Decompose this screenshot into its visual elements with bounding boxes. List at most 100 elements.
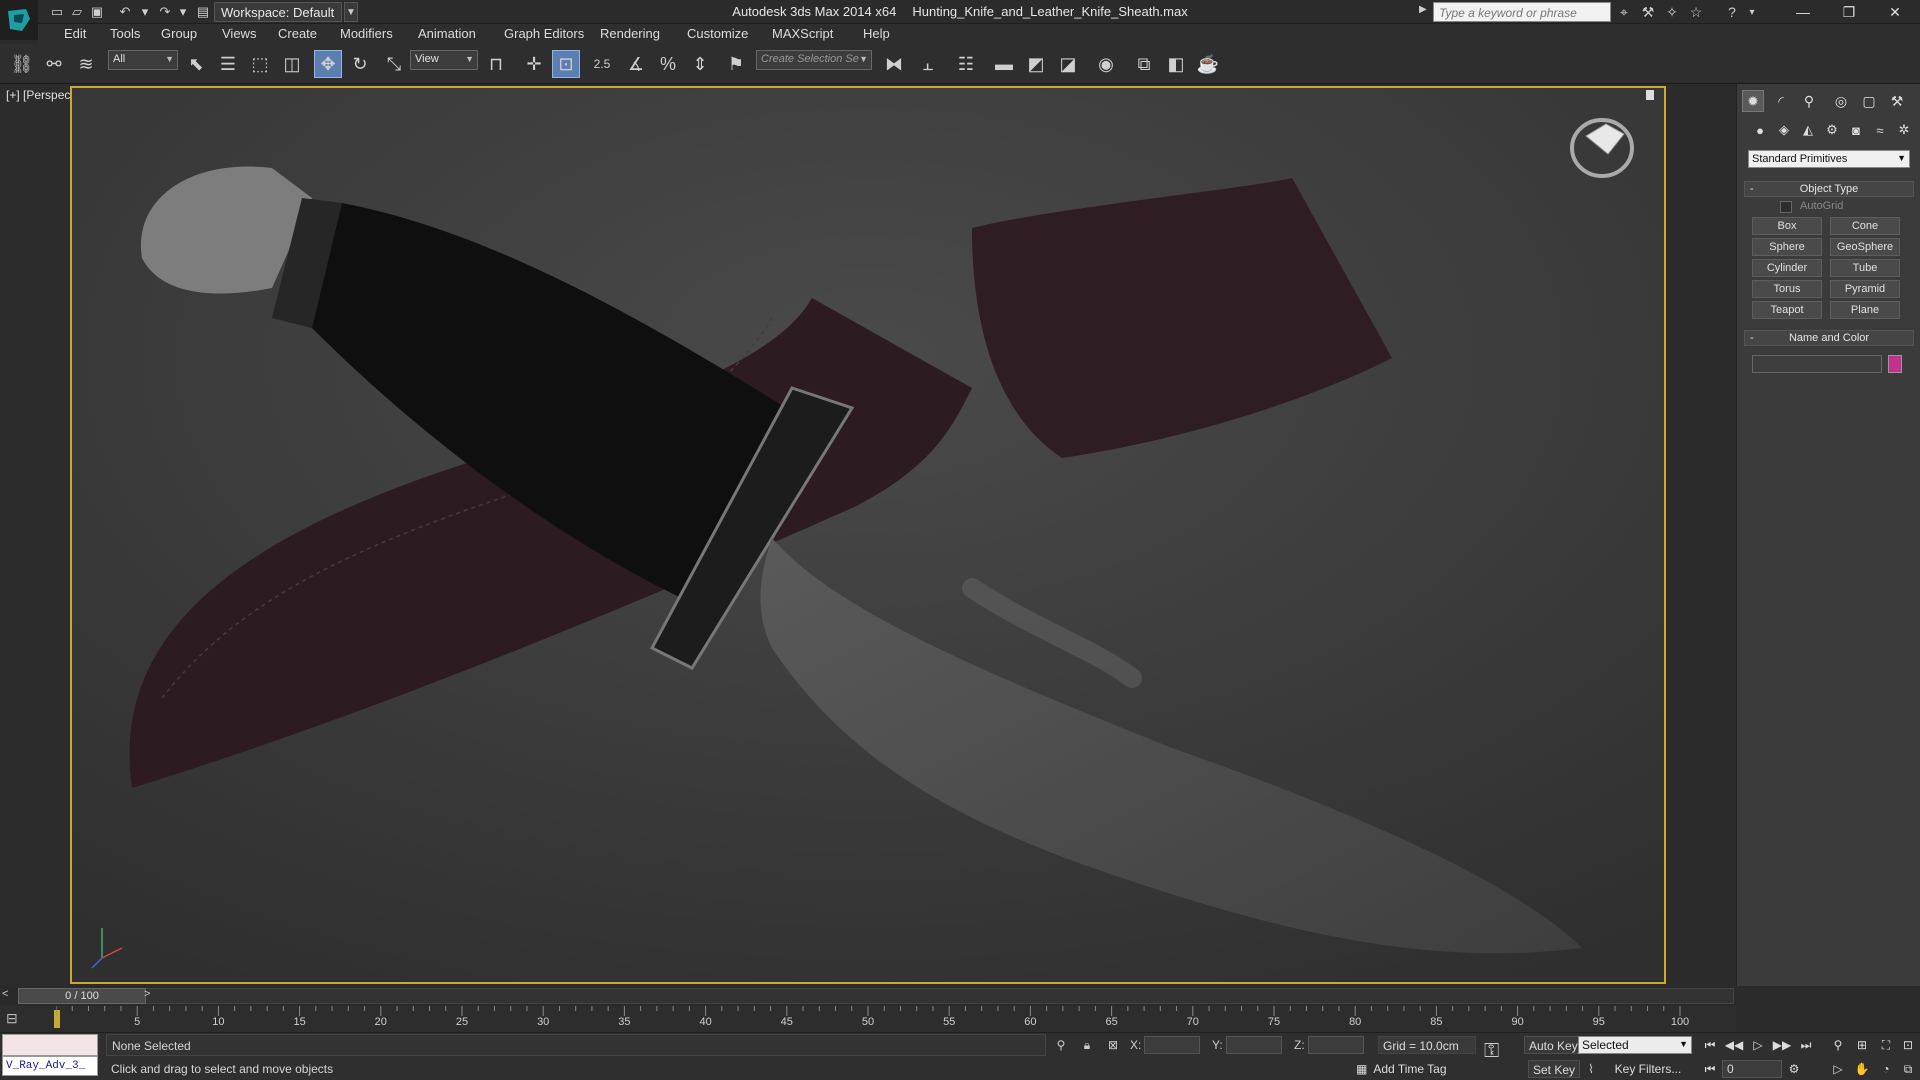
space-warps-icon[interactable]: ≈: [1870, 120, 1890, 140]
time-slider-thumb[interactable]: 0 / 100: [18, 988, 146, 1004]
zoom-extents-all-icon[interactable]: ⊡: [1898, 1036, 1918, 1054]
current-frame-input[interactable]: 0: [1722, 1060, 1782, 1078]
menu-create[interactable]: Create: [274, 25, 321, 42]
time-slider-prev-icon[interactable]: <: [2, 988, 16, 1004]
maximize-viewport-icon[interactable]: ⧉: [1898, 1060, 1918, 1078]
restore-button[interactable]: ❐: [1826, 0, 1872, 24]
rendered-frame-window-icon[interactable]: ◧: [1162, 50, 1190, 78]
bind-space-warp-icon[interactable]: ≋: [72, 50, 100, 78]
redo-icon[interactable]: ↷: [156, 3, 174, 21]
time-configuration-icon[interactable]: ⚙: [1784, 1060, 1804, 1078]
torus-button[interactable]: Torus: [1752, 280, 1822, 298]
object-color-swatch[interactable]: [1888, 355, 1902, 373]
autogrid-checkbox[interactable]: [1780, 201, 1792, 213]
redo-dropdown-icon[interactable]: ▾: [174, 3, 192, 21]
workspace-arrow-icon[interactable]: ▼: [344, 2, 358, 22]
key-set-dropdown[interactable]: Selected ▼: [1578, 1036, 1692, 1054]
orbit-icon[interactable]: ◔: [1876, 1060, 1896, 1078]
render-setup-icon[interactable]: ⧉: [1130, 50, 1158, 78]
select-and-link-icon[interactable]: ⛓: [8, 50, 36, 78]
maxscript-listener-input[interactable]: [2, 1034, 98, 1056]
object-type-rollout[interactable]: - Object Type: [1744, 181, 1914, 197]
maxscript-listener-output[interactable]: V_Ray_Adv_3_: [2, 1056, 98, 1076]
help-icon[interactable]: ?: [1722, 3, 1742, 21]
save-file-icon[interactable]: ▣: [88, 3, 106, 21]
next-frame-icon[interactable]: ▶▶: [1772, 1036, 1792, 1054]
default-tangent-icon[interactable]: ⌇: [1582, 1060, 1600, 1078]
geosphere-button[interactable]: GeoSphere: [1830, 238, 1900, 256]
workspace-dropdown[interactable]: Workspace: Default: [214, 2, 342, 22]
layer-manager-icon[interactable]: ☷: [952, 50, 980, 78]
window-crossing-icon[interactable]: ◫: [278, 50, 306, 78]
search-expand-icon[interactable]: ▶: [1419, 4, 1431, 20]
application-button[interactable]: [0, 0, 38, 40]
object-name-input[interactable]: [1752, 355, 1882, 373]
minimize-button[interactable]: —: [1780, 0, 1826, 24]
set-keys-key-icon[interactable]: ⚿: [1484, 1040, 1514, 1070]
curve-editor-icon[interactable]: ◩: [1022, 50, 1050, 78]
align-icon[interactable]: ⫠: [914, 50, 942, 78]
x-coord-input[interactable]: [1144, 1036, 1200, 1054]
pivot-center-icon[interactable]: ⊓: [482, 50, 510, 78]
menu-rendering[interactable]: Rendering: [596, 25, 664, 42]
box-button[interactable]: Box: [1752, 217, 1822, 235]
reference-coordinate-dropdown[interactable]: View ▼: [410, 50, 478, 70]
menu-modifiers[interactable]: Modifiers: [336, 25, 397, 42]
go-to-start-icon[interactable]: ⏮: [1700, 1036, 1720, 1054]
help-dropdown-icon[interactable]: ▾: [1742, 3, 1762, 21]
selection-lock-icon[interactable]: 🔒︎: [1078, 1036, 1096, 1054]
go-to-end-icon[interactable]: ⏭: [1796, 1036, 1816, 1054]
open-file-icon[interactable]: ▱: [68, 3, 86, 21]
binoculars-icon[interactable]: ⌖: [1614, 3, 1634, 21]
select-and-manipulate-icon[interactable]: ✛: [520, 50, 548, 78]
render-production-icon[interactable]: ☕: [1194, 50, 1222, 78]
select-and-rotate-icon[interactable]: ↻: [346, 50, 374, 78]
isolate-selection-icon[interactable]: ⚲: [1052, 1036, 1070, 1054]
previous-frame-icon[interactable]: ◀◀: [1724, 1036, 1744, 1054]
shapes-icon[interactable]: ◈: [1774, 120, 1794, 140]
undo-icon[interactable]: ↶: [116, 3, 134, 21]
set-key-button[interactable]: Set Key: [1528, 1060, 1581, 1078]
pyramid-button[interactable]: Pyramid: [1830, 280, 1900, 298]
sphere-button[interactable]: Sphere: [1752, 238, 1822, 256]
play-icon[interactable]: ▷: [1748, 1036, 1768, 1054]
hierarchy-tab-icon[interactable]: ⚲: [1798, 90, 1820, 112]
y-coord-input[interactable]: [1226, 1036, 1282, 1054]
menu-group[interactable]: Group: [157, 25, 201, 42]
display-tab-icon[interactable]: ▢: [1858, 90, 1880, 112]
snaps-toggle-icon[interactable]: 2.5: [588, 50, 616, 78]
auto-key-button[interactable]: Auto Key: [1524, 1036, 1583, 1054]
menu-customize[interactable]: Customize: [683, 25, 752, 42]
create-tab-icon[interactable]: ✹: [1742, 90, 1764, 112]
helpers-icon[interactable]: ◙: [1846, 120, 1866, 140]
new-file-icon[interactable]: ▭: [48, 3, 66, 21]
material-editor-icon[interactable]: ◉: [1092, 50, 1120, 78]
zoom-all-icon[interactable]: ⊞: [1852, 1036, 1872, 1054]
zoom-icon[interactable]: ⚲: [1828, 1036, 1848, 1054]
select-and-scale-icon[interactable]: ⤡: [380, 50, 408, 78]
close-button[interactable]: ✕: [1872, 0, 1918, 24]
teapot-button[interactable]: Teapot: [1752, 301, 1822, 319]
systems-icon[interactable]: ✲: [1894, 120, 1914, 140]
zoom-extents-icon[interactable]: ⛶: [1876, 1036, 1896, 1054]
subscription-icon[interactable]: ⚒: [1638, 3, 1658, 21]
named-selection-sets-dropdown[interactable]: Create Selection Se ▼: [756, 50, 872, 70]
utilities-tab-icon[interactable]: ⚒: [1886, 90, 1908, 112]
rectangular-selection-icon[interactable]: ⬚: [246, 50, 274, 78]
geometry-icon[interactable]: ●: [1750, 120, 1770, 140]
object-category-dropdown[interactable]: Standard Primitives ▼: [1748, 150, 1910, 168]
plane-button[interactable]: Plane: [1830, 301, 1900, 319]
name-and-color-rollout[interactable]: - Name and Color: [1744, 330, 1914, 346]
key-mode-toggle-icon[interactable]: ⏮: [1700, 1060, 1720, 1078]
edit-named-selection-icon[interactable]: ⚑: [722, 50, 750, 78]
unlink-selection-icon[interactable]: ⚯: [40, 50, 68, 78]
graphite-ribbon-icon[interactable]: ▬: [990, 50, 1018, 78]
project-folder-icon[interactable]: ▤: [194, 3, 212, 21]
menu-maxscript[interactable]: MAXScript: [768, 25, 837, 42]
select-by-name-icon[interactable]: ☰: [214, 50, 242, 78]
pan-view-icon[interactable]: ✋: [1852, 1060, 1872, 1078]
viewport-lock-icon[interactable]: [1646, 90, 1654, 100]
angle-snap-icon[interactable]: ∡: [622, 50, 650, 78]
key-filters-button[interactable]: Key Filters...: [1604, 1060, 1692, 1078]
percent-snap-icon[interactable]: %: [654, 50, 682, 78]
